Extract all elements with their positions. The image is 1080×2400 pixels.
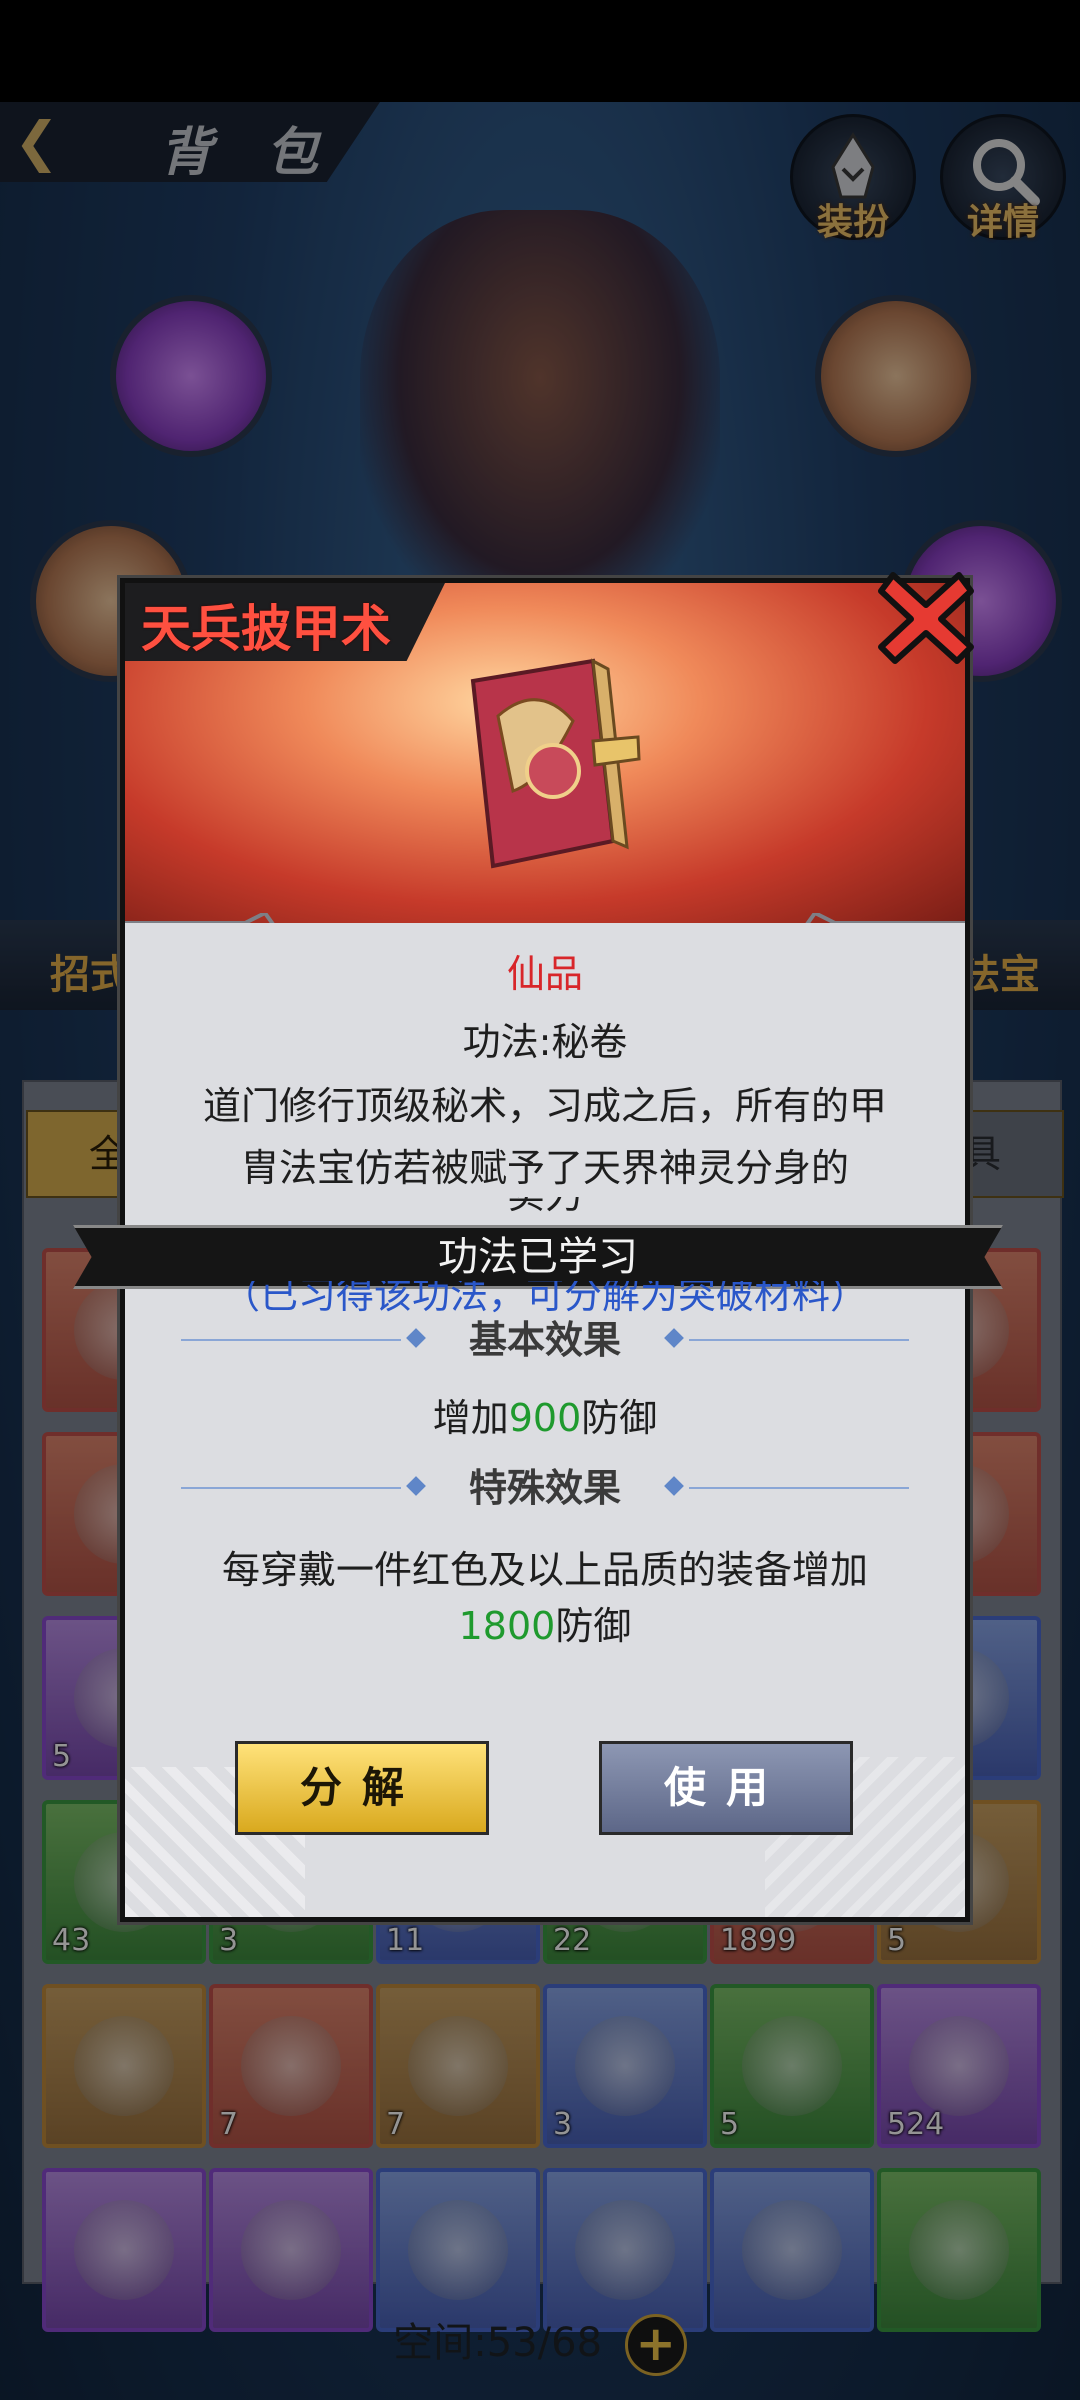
basic-effect-suffix: 防御 — [581, 1396, 658, 1440]
use-button[interactable]: 使用 — [599, 1741, 853, 1835]
basic-effect-header: 基本效果 — [181, 1315, 909, 1365]
description-tail-text: 实力 — [185, 1197, 905, 1221]
banner-border — [125, 913, 965, 923]
decompose-hint: （已习得该功法，可分解为突破材料） — [125, 1281, 965, 1317]
special-effect-line1: 每穿戴一件红色及以上品质的装备增加 — [221, 1548, 868, 1592]
description-tail: 实力 — [185, 1197, 905, 1221]
item-title: 天兵披甲术 — [141, 600, 391, 658]
item-description: 道门修行顶级秘术，习成之后，所有的甲胄法宝仿若被赋予了天界神灵分身的 — [202, 1084, 887, 1190]
rarity-label: 仙品 — [506, 952, 583, 996]
decompose-hint-text: （已习得该功法，可分解为突破材料） — [221, 1281, 868, 1317]
item-type: 功法:秘卷 — [462, 1020, 628, 1064]
basic-effect-prefix: 增加 — [432, 1396, 509, 1440]
item-detail-modal: 天兵披甲术 仙品 功法:秘卷 道门修行顶级秘术，习成之后，所有的甲胄法宝仿若被赋… — [73, 572, 1003, 1922]
learned-banner: 功法已学习 — [73, 1225, 1003, 1289]
special-effect-line2: 1800防御 — [125, 1597, 965, 1655]
basic-effect: 增加900防御 — [125, 1389, 965, 1447]
special-effect-title: 特殊效果 — [468, 1466, 621, 1510]
basic-effect-value: 900 — [508, 1396, 582, 1440]
learned-text: 功法已学习 — [438, 1234, 638, 1280]
special-effect-value: 1800 — [458, 1604, 556, 1648]
special-effect-suffix: 防御 — [555, 1604, 632, 1648]
secret-scroll-book-icon — [470, 658, 641, 869]
special-effect-header: 特殊效果 — [181, 1463, 909, 1513]
basic-effect-title: 基本效果 — [468, 1318, 621, 1362]
decompose-button[interactable]: 分解 — [235, 1741, 489, 1835]
item-banner: 天兵披甲术 — [125, 583, 965, 923]
close-x-icon[interactable] — [871, 561, 981, 671]
